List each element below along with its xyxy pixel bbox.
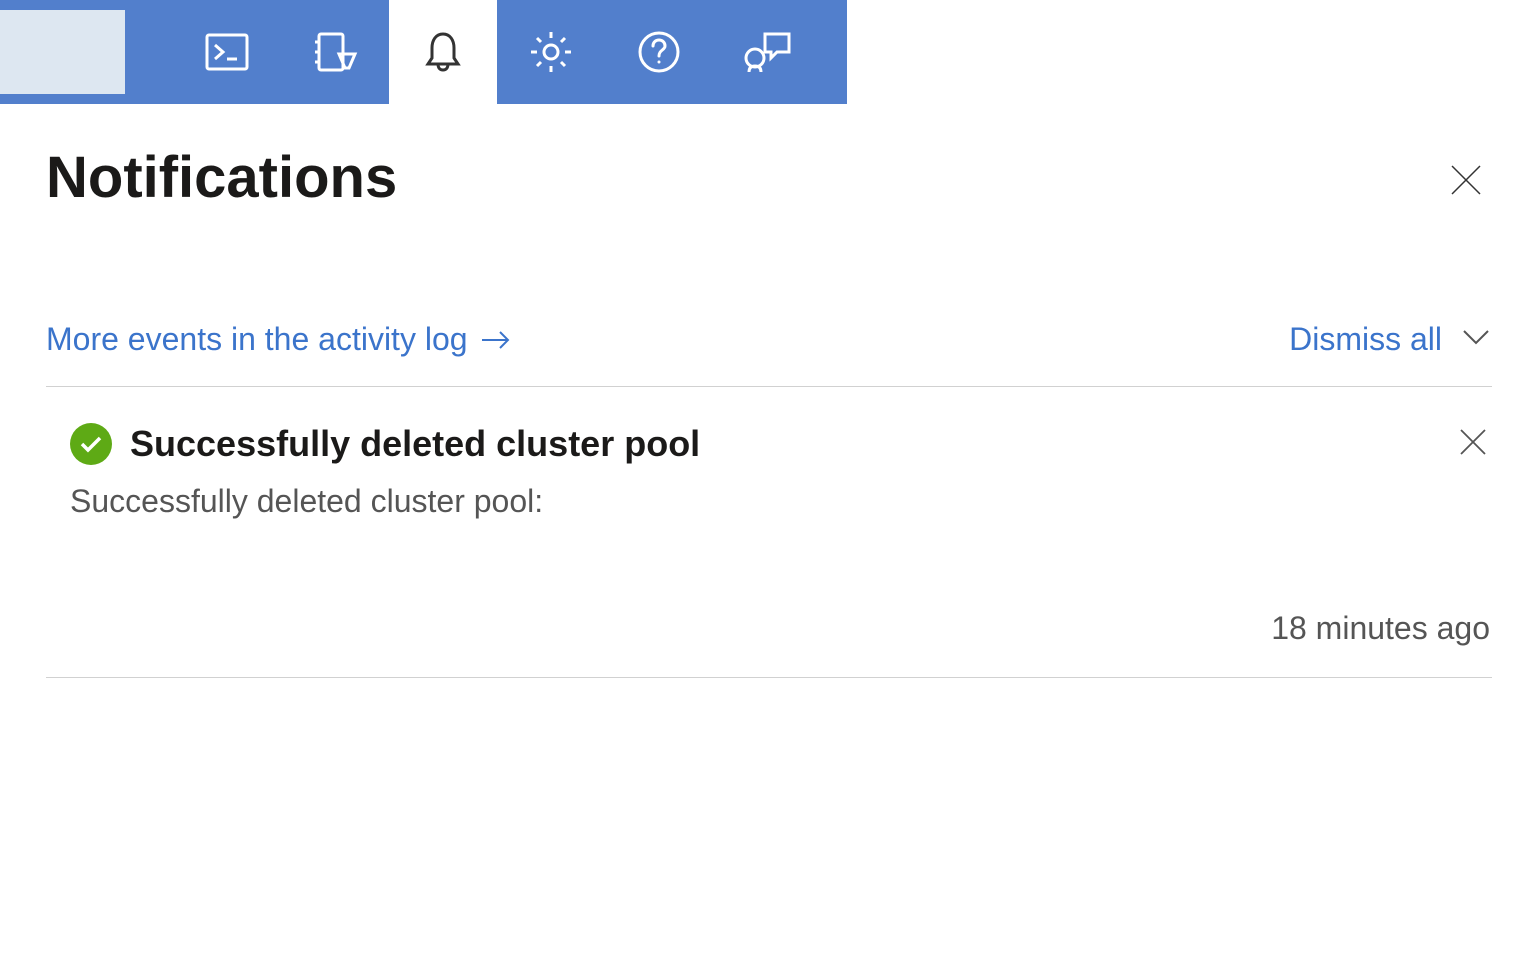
activity-log-link[interactable]: More events in the activity log [46, 321, 512, 358]
notification-header: Successfully deleted cluster pool [70, 423, 1492, 465]
notification-body: Successfully deleted cluster pool: [70, 483, 1492, 520]
chevron-down-icon [1460, 327, 1492, 347]
success-icon [70, 423, 112, 465]
search-box[interactable] [0, 10, 125, 94]
close-icon [1458, 427, 1488, 457]
cloud-shell-icon[interactable] [173, 0, 281, 104]
expand-toggle[interactable] [1460, 327, 1492, 352]
settings-icon[interactable] [497, 0, 605, 104]
help-icon[interactable] [605, 0, 713, 104]
feedback-icon[interactable] [713, 0, 821, 104]
dismiss-all-link[interactable]: Dismiss all [1289, 321, 1442, 358]
panel-header: Notifications [46, 144, 1492, 211]
close-icon [1448, 162, 1484, 198]
notification-title: Successfully deleted cluster pool [130, 423, 700, 465]
close-panel-button[interactable] [1440, 154, 1492, 211]
arrow-right-icon [480, 330, 512, 350]
panel-title: Notifications [46, 144, 397, 211]
notification-item: Successfully deleted cluster pool Succes… [46, 387, 1492, 678]
notifications-icon[interactable] [389, 0, 497, 104]
filter-icon[interactable] [281, 0, 389, 104]
notifications-panel: Notifications More events in the activit… [0, 104, 1538, 678]
notification-timestamp: 18 minutes ago [70, 610, 1492, 647]
actions-row: More events in the activity log Dismiss … [46, 321, 1492, 387]
dismiss-notification-button[interactable] [1454, 423, 1492, 466]
topbar [0, 0, 847, 104]
dismiss-group: Dismiss all [1289, 321, 1492, 358]
activity-log-link-text: More events in the activity log [46, 321, 468, 358]
